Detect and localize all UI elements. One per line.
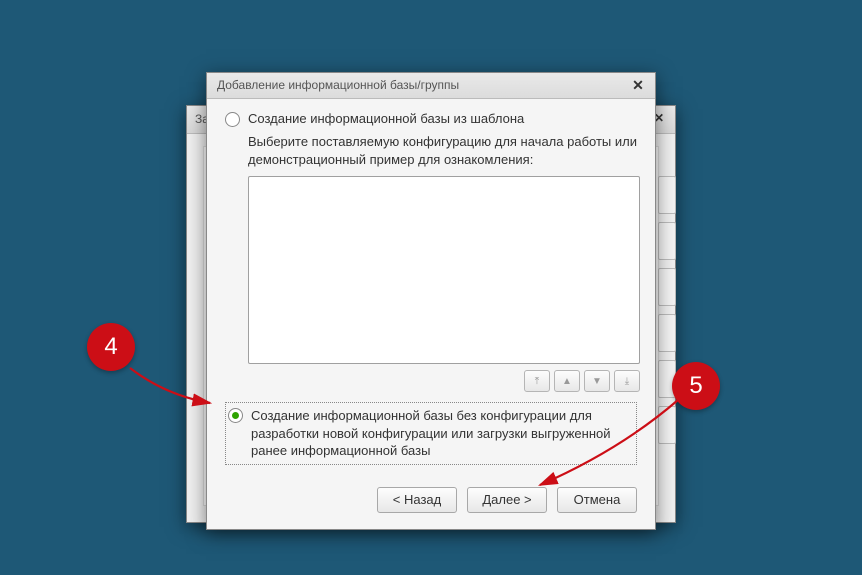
move-up-button[interactable]: ▲ bbox=[554, 370, 580, 392]
dialog-button-row: < Назад Далее > Отмена bbox=[225, 487, 637, 513]
next-button[interactable]: Далее > bbox=[467, 487, 547, 513]
option1-hint: Выберите поставляемую конфигурацию для н… bbox=[248, 133, 637, 168]
close-icon[interactable]: ✕ bbox=[627, 76, 649, 94]
add-infobase-dialog: Добавление информационной базы/группы ✕ … bbox=[206, 72, 656, 530]
arrow-up-icon: ▲ bbox=[562, 376, 572, 387]
arrow-top-icon: ⤒ bbox=[535, 376, 539, 387]
dialog-titlebar: Добавление информационной базы/группы ✕ bbox=[207, 73, 655, 99]
option-label: Создание информационной базы из шаблона bbox=[248, 111, 524, 126]
move-bottom-button[interactable]: ⤓ bbox=[614, 370, 640, 392]
move-down-button[interactable]: ▼ bbox=[584, 370, 610, 392]
callout-badge-4: 4 bbox=[87, 323, 135, 371]
radio-selected-icon[interactable] bbox=[228, 408, 243, 423]
callout-number: 4 bbox=[104, 333, 117, 361]
bg-side-button[interactable] bbox=[658, 222, 676, 260]
option-create-empty[interactable]: Создание информационной базы без конфигу… bbox=[225, 402, 637, 465]
reorder-buttons: ⤒ ▲ ▼ ⤓ bbox=[248, 370, 640, 392]
callout-badge-5: 5 bbox=[672, 362, 720, 410]
cancel-button[interactable]: Отмена bbox=[557, 487, 637, 513]
radio-unselected-icon[interactable] bbox=[225, 112, 240, 127]
back-button[interactable]: < Назад bbox=[377, 487, 457, 513]
bg-side-button[interactable] bbox=[658, 176, 676, 214]
option-create-from-template[interactable]: Создание информационной базы из шаблона bbox=[225, 111, 637, 127]
callout-number: 5 bbox=[689, 372, 702, 400]
bg-side-button[interactable] bbox=[658, 406, 676, 444]
dialog-title: Добавление информационной базы/группы bbox=[217, 78, 459, 92]
bg-side-button[interactable] bbox=[658, 314, 676, 352]
arrow-down-icon: ▼ bbox=[592, 376, 602, 387]
bg-side-buttons bbox=[658, 176, 676, 444]
move-top-button[interactable]: ⤒ bbox=[524, 370, 550, 392]
arrow-bottom-icon: ⤓ bbox=[625, 376, 629, 387]
option-label: Создание информационной базы без конфигу… bbox=[251, 407, 630, 460]
dialog-body: Создание информационной базы из шаблона … bbox=[207, 99, 655, 529]
bg-side-button[interactable] bbox=[658, 268, 676, 306]
template-listbox[interactable] bbox=[248, 176, 640, 364]
